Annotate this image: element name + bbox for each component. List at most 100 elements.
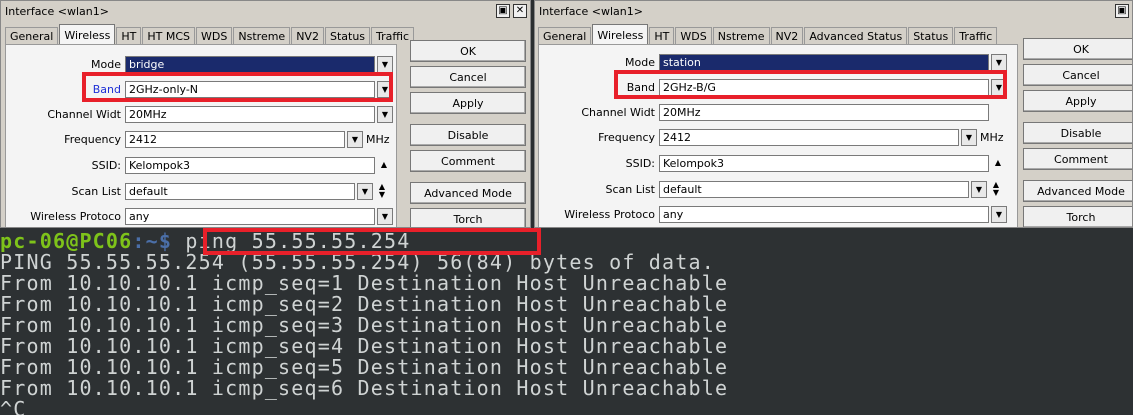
mode-field[interactable]: station bbox=[659, 53, 989, 71]
tab-ht-mcs[interactable]: HT MCS bbox=[142, 27, 196, 45]
wireless-protocol-row: Wireless Protoco any ▼ bbox=[6, 206, 393, 226]
frequency-label: Frequency bbox=[598, 130, 655, 144]
title-bar[interactable]: Interface <wlan1> ▣ bbox=[535, 1, 1132, 21]
tab-bar: General Wireless HT WDS Nstreme NV2 Adva… bbox=[538, 24, 998, 45]
frequency-unit: MHz bbox=[980, 130, 1004, 144]
cancel-button[interactable]: Cancel bbox=[410, 66, 526, 88]
comment-button[interactable]: Comment bbox=[1023, 148, 1132, 170]
tab-status[interactable]: Status bbox=[908, 27, 954, 45]
tab-status[interactable]: Status bbox=[324, 27, 371, 45]
tab-wireless[interactable]: Wireless bbox=[592, 24, 649, 45]
tab-traffic[interactable]: Traffic bbox=[371, 27, 415, 45]
chevron-down-icon[interactable]: ▼ bbox=[971, 180, 987, 198]
ok-button[interactable]: OK bbox=[410, 40, 526, 62]
close-icon[interactable]: ✕ bbox=[513, 4, 527, 18]
scan-list-field[interactable]: default bbox=[659, 180, 969, 198]
cancel-button[interactable]: Cancel bbox=[1023, 64, 1132, 86]
chevron-down-icon[interactable]: ▼ bbox=[377, 105, 393, 123]
mode-label: Mode bbox=[625, 55, 655, 69]
wireless-protocol-label: Wireless Protoco bbox=[30, 209, 121, 223]
terminal-line: From 10.10.10.1 icmp_seq=4 Destination H… bbox=[0, 334, 729, 358]
channel-width-field[interactable]: 20MHz bbox=[125, 105, 375, 123]
channel-width-label: Channel Widt bbox=[581, 105, 655, 119]
channel-width-field[interactable]: 20MHz bbox=[659, 103, 989, 121]
tab-nv2[interactable]: NV2 bbox=[770, 27, 804, 45]
tab-ht[interactable]: HT bbox=[116, 27, 142, 45]
window-title: Interface <wlan1> bbox=[539, 4, 643, 18]
wireless-protocol-field[interactable]: any bbox=[659, 205, 989, 223]
tab-nstreme[interactable]: Nstreme bbox=[712, 27, 770, 45]
frequency-label: Frequency bbox=[64, 132, 121, 146]
restore-icon[interactable]: ▣ bbox=[496, 4, 510, 18]
advanced-mode-button[interactable]: Advanced Mode bbox=[410, 182, 526, 204]
disable-button[interactable]: Disable bbox=[1023, 122, 1132, 144]
terminal-line: ^C bbox=[0, 397, 27, 415]
interface-window-right: Interface <wlan1> ▣ General Wireless HT … bbox=[534, 0, 1133, 228]
mode-label: Mode bbox=[91, 57, 121, 71]
chevron-down-icon[interactable]: ▼ bbox=[377, 207, 393, 225]
up-down-icon[interactable]: ▲ ▼ bbox=[375, 183, 389, 199]
title-bar[interactable]: Interface <wlan1> ▣ ✕ bbox=[1, 1, 530, 21]
channel-width-label: Channel Widt bbox=[47, 107, 121, 121]
scan-list-field[interactable]: default bbox=[125, 182, 355, 200]
tab-traffic[interactable]: Traffic bbox=[954, 27, 998, 45]
frequency-row: Frequency 2412 ▼ MHz bbox=[539, 127, 1004, 147]
chevron-down-icon[interactable]: ▼ bbox=[377, 55, 393, 73]
tab-nstreme[interactable]: Nstreme bbox=[233, 27, 291, 45]
terminal-line: From 10.10.10.1 icmp_seq=1 Destination H… bbox=[0, 271, 729, 295]
window-title: Interface <wlan1> bbox=[5, 4, 109, 18]
mode-row: Mode bridge ▼ bbox=[6, 54, 393, 74]
frequency-unit: MHz bbox=[366, 132, 390, 146]
torch-button[interactable]: Torch bbox=[410, 208, 526, 227]
tab-ht[interactable]: HT bbox=[649, 27, 675, 45]
up-down-icon[interactable]: ▲ ▼ bbox=[989, 181, 1003, 197]
chevron-down-icon[interactable]: ▼ bbox=[347, 130, 363, 148]
restore-icon[interactable]: ▣ bbox=[1115, 4, 1129, 18]
apply-button[interactable]: Apply bbox=[410, 92, 526, 114]
terminal-line: From 10.10.10.1 icmp_seq=5 Destination H… bbox=[0, 355, 729, 379]
expand-up-icon[interactable]: ▲ bbox=[991, 159, 1005, 167]
mode-row: Mode station ▼ bbox=[539, 52, 1007, 72]
torch-button[interactable]: Torch bbox=[1023, 206, 1132, 227]
chevron-down-icon[interactable]: ▼ bbox=[357, 182, 373, 200]
tab-general[interactable]: General bbox=[538, 27, 592, 45]
interface-window-left: Interface <wlan1> ▣ ✕ General Wireless H… bbox=[0, 0, 531, 228]
scan-list-row: Scan List default ▼ ▲ ▼ bbox=[6, 181, 389, 201]
tab-wds[interactable]: WDS bbox=[675, 27, 712, 45]
tab-wds[interactable]: WDS bbox=[196, 27, 233, 45]
frequency-row: Frequency 2412 ▼ MHz bbox=[6, 129, 390, 149]
expand-up-icon[interactable]: ▲ bbox=[377, 161, 391, 169]
mode-field[interactable]: bridge bbox=[125, 55, 375, 73]
disable-button[interactable]: Disable bbox=[410, 124, 526, 146]
tab-wireless[interactable]: Wireless bbox=[59, 24, 116, 45]
channel-width-row: Channel Widt 20MHz ▼ bbox=[6, 104, 393, 124]
highlight-band-right bbox=[614, 70, 1007, 99]
ssid-label: SSID: bbox=[91, 158, 121, 172]
terminal[interactable]: pc-06@PC06:~$ ping 55.55.55.254 PING 55.… bbox=[0, 228, 1133, 415]
wireless-protocol-row: Wireless Protoco any ▼ bbox=[539, 204, 1007, 224]
ssid-field[interactable]: Kelompok3 bbox=[125, 156, 375, 174]
chevron-down-icon[interactable]: ▼ bbox=[991, 53, 1007, 71]
highlight-ping-command bbox=[203, 228, 541, 255]
tab-general[interactable]: General bbox=[5, 27, 59, 45]
comment-button[interactable]: Comment bbox=[410, 150, 526, 172]
ssid-field[interactable]: Kelompok3 bbox=[659, 154, 989, 172]
highlight-band-left bbox=[82, 72, 393, 102]
scan-list-label: Scan List bbox=[605, 182, 655, 196]
ssid-label: SSID: bbox=[625, 156, 655, 170]
chevron-down-icon[interactable]: ▼ bbox=[991, 205, 1007, 223]
tab-nv2[interactable]: NV2 bbox=[291, 27, 324, 45]
tab-advanced-status[interactable]: Advanced Status bbox=[804, 27, 908, 45]
terminal-line: PING 55.55.55.254 (55.55.55.254) 56(84) … bbox=[0, 250, 716, 274]
tab-bar: General Wireless HT HT MCS WDS Nstreme N… bbox=[5, 24, 415, 45]
wireless-protocol-field[interactable]: any bbox=[125, 207, 375, 225]
terminal-line: From 10.10.10.1 icmp_seq=6 Destination H… bbox=[0, 376, 729, 400]
apply-button[interactable]: Apply bbox=[1023, 90, 1132, 112]
frequency-field[interactable]: 2412 bbox=[125, 130, 345, 148]
ok-button[interactable]: OK bbox=[1023, 38, 1132, 60]
frequency-field[interactable]: 2412 bbox=[659, 128, 959, 146]
ssid-row: SSID: Kelompok3 ▲ bbox=[6, 155, 391, 175]
chevron-down-icon[interactable]: ▼ bbox=[961, 128, 977, 146]
channel-width-row: Channel Widt 20MHz bbox=[539, 102, 989, 122]
advanced-mode-button[interactable]: Advanced Mode bbox=[1023, 180, 1132, 202]
